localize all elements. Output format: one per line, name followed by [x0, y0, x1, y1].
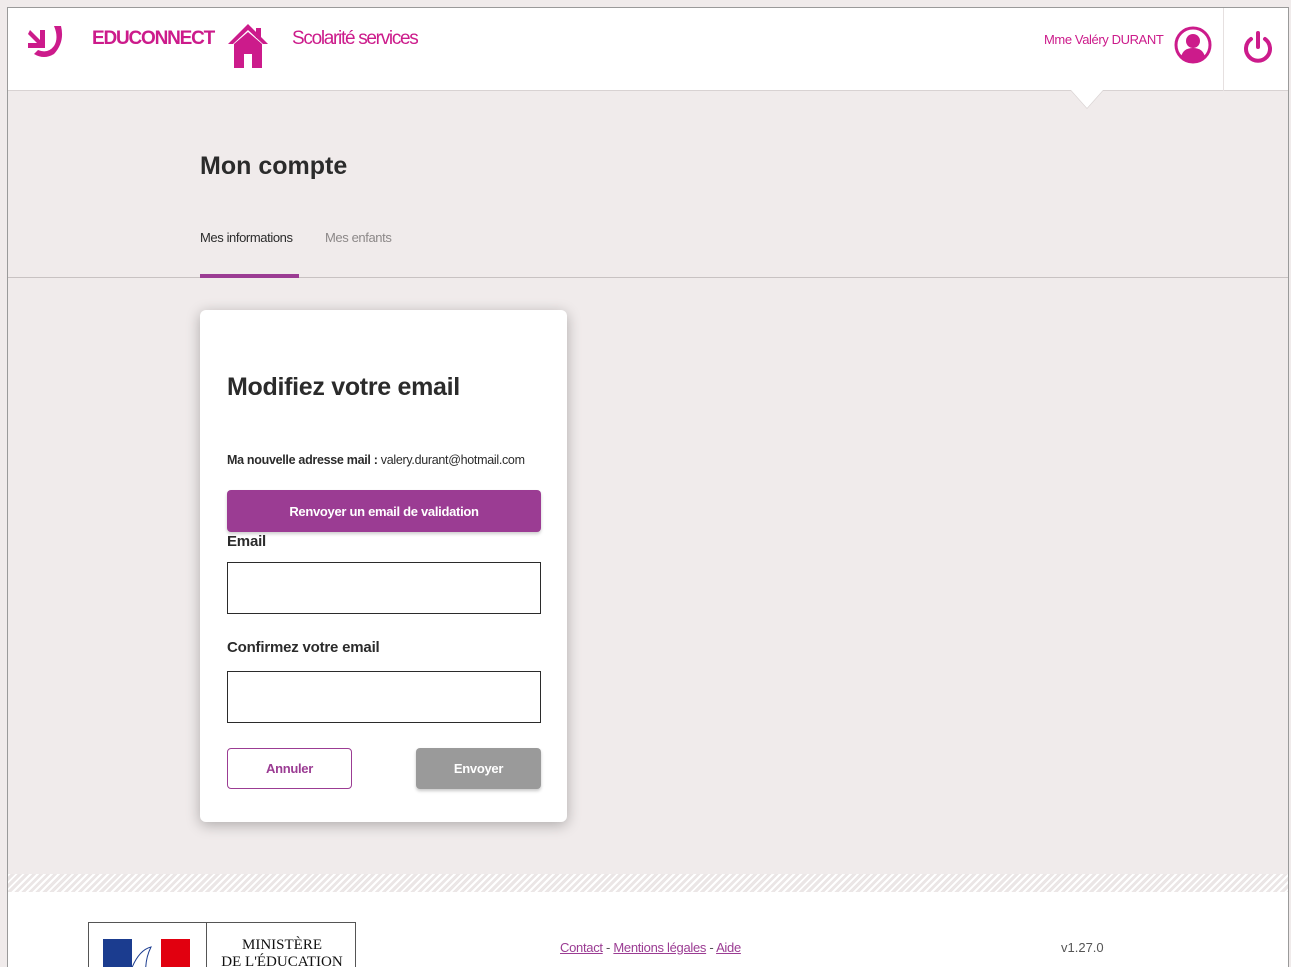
- header-divider: [1223, 8, 1224, 91]
- ministry-logo[interactable]: MINISTÈRE DE L'ÉDUCATION: [88, 922, 356, 967]
- marianne-flag-icon: [89, 923, 207, 967]
- power-icon[interactable]: [1242, 30, 1274, 66]
- ministry-line-1: MINISTÈRE: [242, 937, 322, 953]
- footer: MINISTÈRE DE L'ÉDUCATION Contact - Menti…: [8, 892, 1288, 967]
- page-title: Mon compte: [200, 152, 348, 180]
- new-mail-line: Ma nouvelle adresse mail : valery.durant…: [227, 453, 525, 467]
- confirm-email-label: Confirmez votre email: [227, 639, 380, 656]
- home-icon[interactable]: [228, 22, 268, 68]
- footer-link-separator: -: [706, 940, 717, 955]
- footer-link-separator: -: [602, 940, 614, 955]
- contact-link[interactable]: Contact: [560, 940, 603, 955]
- email-change-card: Modifiez votre email Ma nouvelle adresse…: [200, 310, 567, 822]
- card-title: Modifiez votre email: [227, 373, 460, 401]
- app-version: v1.27.0: [1061, 940, 1104, 955]
- footer-stripe: [8, 874, 1288, 892]
- user-avatar-icon[interactable]: [1174, 26, 1212, 64]
- footer-links: Contact - Mentions légales - Aide: [560, 940, 741, 955]
- service-link[interactable]: Scolarité services: [292, 28, 419, 50]
- ministry-name: MINISTÈRE DE L'ÉDUCATION: [208, 937, 355, 967]
- cancel-button[interactable]: Annuler: [227, 748, 352, 789]
- educonnect-logo-icon[interactable]: [28, 24, 68, 58]
- tab-mes-enfants[interactable]: Mes enfants: [325, 230, 392, 245]
- resend-validation-button[interactable]: Renvoyer un email de validation: [227, 490, 541, 532]
- brand-name[interactable]: EDUCONNECT: [92, 28, 215, 50]
- app-frame: EDUCONNECT Scolarité services Mme Valéry…: [7, 7, 1289, 967]
- ministry-line-2: DE L'ÉDUCATION: [221, 954, 343, 967]
- new-mail-label: Ma nouvelle adresse mail :: [227, 453, 378, 467]
- top-header: EDUCONNECT Scolarité services Mme Valéry…: [8, 8, 1288, 91]
- email-field[interactable]: [227, 562, 541, 614]
- user-name[interactable]: Mme Valéry DURANT: [1044, 32, 1164, 47]
- active-tab-indicator: [200, 274, 299, 278]
- send-button[interactable]: Envoyer: [416, 748, 541, 789]
- mentions-legales-link[interactable]: Mentions légales: [613, 940, 706, 955]
- new-mail-value: valery.durant@hotmail.com: [380, 453, 525, 467]
- aide-link[interactable]: Aide: [716, 940, 741, 955]
- user-menu-caret: [1071, 90, 1103, 108]
- email-label: Email: [227, 533, 267, 550]
- confirm-email-field[interactable]: [227, 671, 541, 723]
- tab-mes-informations[interactable]: Mes informations: [200, 230, 293, 245]
